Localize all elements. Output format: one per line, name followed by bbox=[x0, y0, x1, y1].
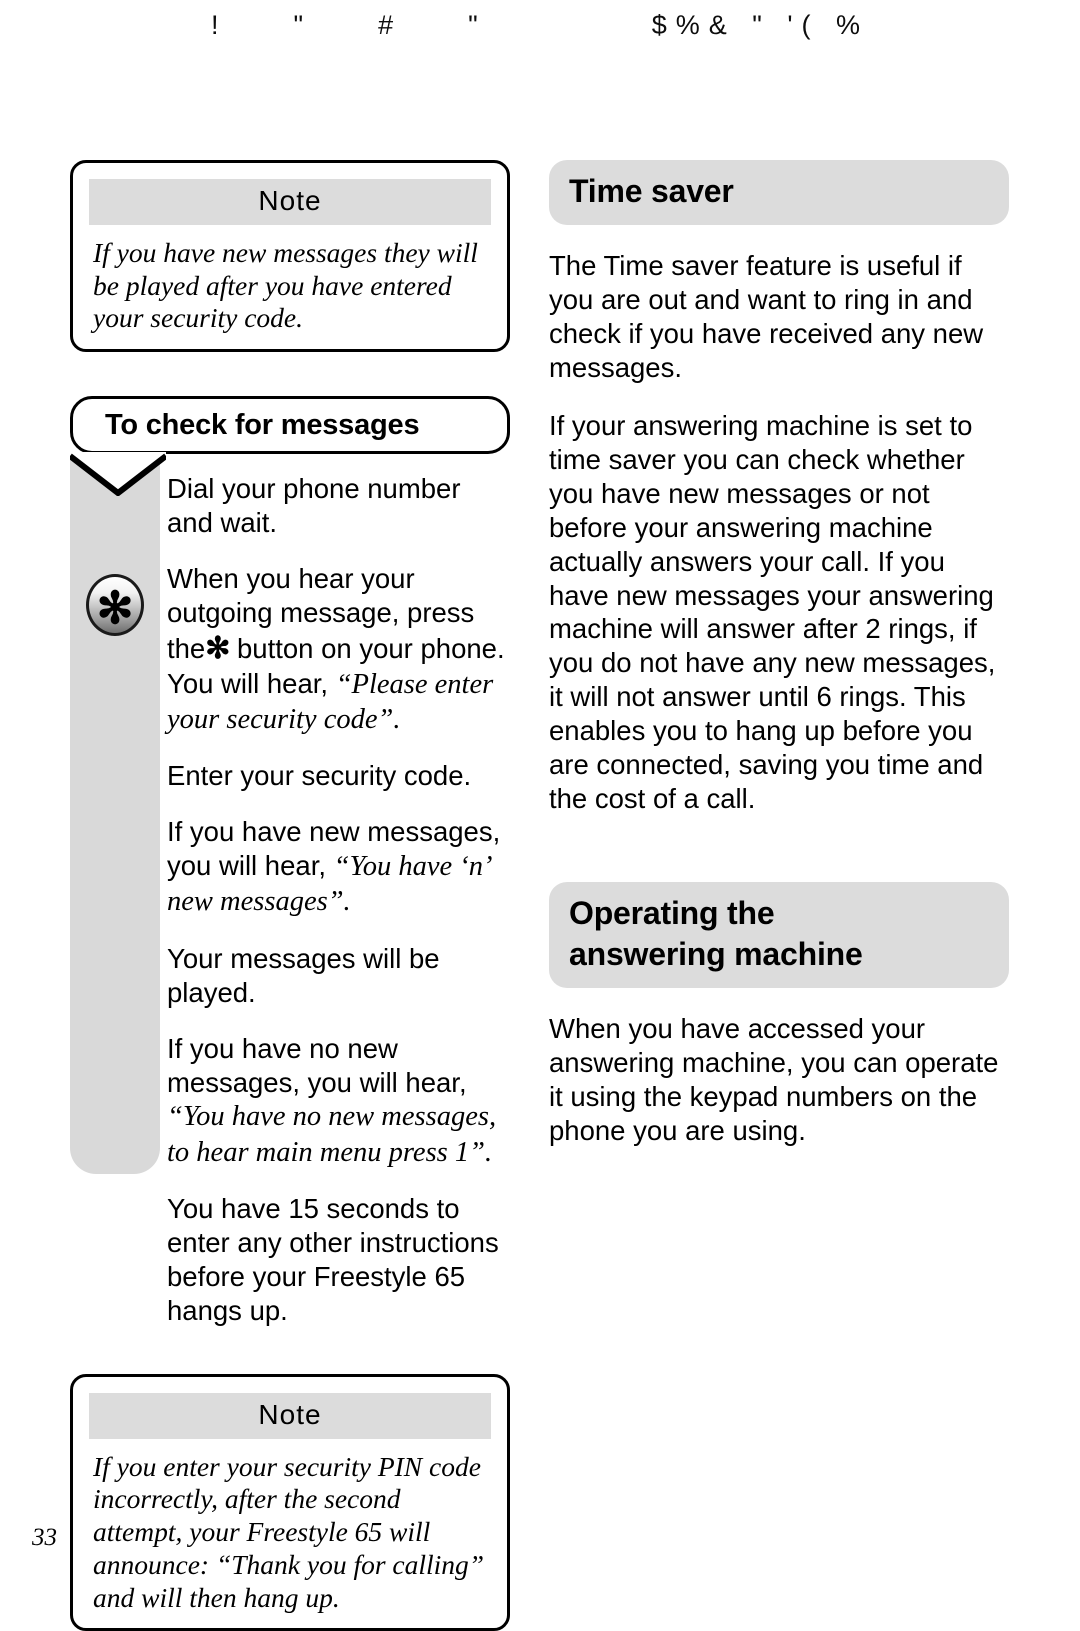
step-item: Your messages will be played. bbox=[167, 942, 510, 1010]
note-box-top: Note If you have new messages they will … bbox=[70, 160, 510, 353]
callout-heading: To check for messages bbox=[70, 396, 510, 455]
note-box-bottom: Note If you enter your security PIN code… bbox=[70, 1373, 510, 1631]
note-body: If you have new messages they will be pl… bbox=[93, 237, 478, 334]
section-heading-label: Operating the answering machine bbox=[569, 895, 863, 973]
callout-heading-label: To check for messages bbox=[105, 408, 420, 441]
step-quote: “You have no new messages, to hear main … bbox=[167, 1101, 497, 1168]
inline-star-icon: ✻ bbox=[205, 631, 230, 665]
body-paragraph: The Time saver feature is useful if you … bbox=[549, 249, 984, 383]
page-number: 33 bbox=[32, 1524, 57, 1551]
step-text: Enter your security code. bbox=[167, 760, 472, 792]
step-list: Dial your phone number and wait. When yo… bbox=[167, 454, 510, 1328]
section-heading-operating-answering-machine: Operating the answering machine bbox=[549, 882, 1009, 989]
step-item: If you have no new messages, you will he… bbox=[167, 1032, 510, 1170]
callout-heading-wrapper: To check for messages bbox=[70, 396, 510, 497]
section-heading-label: Time saver bbox=[569, 173, 734, 209]
running-header: ! " # " $%& " '( % bbox=[211, 10, 869, 40]
note-body: If you enter your security PIN code inco… bbox=[93, 1450, 485, 1613]
note-title: Note bbox=[89, 179, 491, 225]
left-column: Note If you have new messages they will … bbox=[70, 160, 510, 1631]
section-heading-time-saver: Time saver bbox=[549, 160, 1009, 225]
note-box-bottom-wrapper: Note If you enter your security PIN code… bbox=[70, 1373, 510, 1631]
body-paragraph: When you have accessed your answering ma… bbox=[549, 1013, 999, 1146]
step-text: Your messages will be played. bbox=[167, 942, 440, 1008]
step-item: If you have new messages, you will hear,… bbox=[167, 815, 510, 919]
callout-tail-icon bbox=[70, 452, 166, 497]
right-column: Time saver The Time saver feature is use… bbox=[549, 160, 1009, 1148]
step-item: When you hear your outgoing message, pre… bbox=[167, 562, 510, 737]
body-paragraph: If your answering machine is set to time… bbox=[549, 409, 996, 815]
step-item: Dial your phone number and wait. bbox=[167, 472, 510, 540]
step-item: You have 15 seconds to enter any other i… bbox=[167, 1192, 510, 1328]
step-text: If you have no new messages, you will he… bbox=[167, 1032, 467, 1098]
note-title: Note bbox=[89, 1392, 491, 1439]
star-key-glyph: ✻ bbox=[96, 584, 134, 634]
step-sidebar-band bbox=[70, 454, 160, 1175]
steps-area: ✻ Dial your phone number and wait. When … bbox=[70, 454, 510, 1328]
step-text: You have 15 seconds to enter any other i… bbox=[167, 1192, 499, 1326]
step-item: Enter your security code. bbox=[167, 759, 510, 793]
step-text: Dial your phone number and wait. bbox=[167, 473, 461, 539]
star-key-icon: ✻ bbox=[86, 574, 144, 637]
